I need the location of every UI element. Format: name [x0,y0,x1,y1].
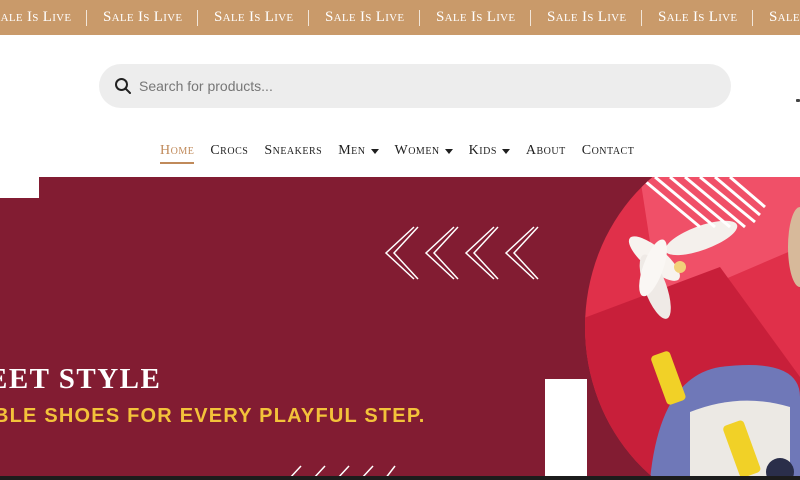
ticker-item: Sale Is Live [198,9,309,26]
ticker-text: Sale Is Live [436,9,516,25]
carousel-indicator-strip [0,476,800,480]
nav-item-label: Kids [468,143,497,158]
nav-item-about[interactable]: About [526,143,566,159]
nav-item-label: Men [338,143,366,158]
ticker-item: Sale Is Live [642,9,753,26]
nav-item-men[interactable]: Men [338,143,379,159]
ticker-item: Sale Is Live [309,9,420,26]
search-input[interactable] [139,64,709,108]
nav-item-label: Crocs [210,143,249,158]
hero-product-photo [585,177,800,480]
nav-item-crocs[interactable]: Crocs [210,143,248,159]
chevron-down-icon[interactable] [444,148,453,154]
main-nav: Home Crocs Sneakers Men Women Kids About Contac… [160,140,650,164]
nav-item-label: Home [160,143,195,158]
ticker-text: Sale Is Live [547,9,627,25]
ticker-text: Sale Is Live [103,9,183,25]
ticker-item: Sale Is Live [420,9,531,26]
ticker-text: Sale Is Live [0,9,72,25]
nav-item-sneakers[interactable]: Sneakers [264,143,322,159]
search-bar[interactable] [99,64,731,108]
ticker-text: Sale Is Live [214,9,294,25]
ticker-text: Sale Is Live [325,9,405,25]
nav-item-label: About [525,143,566,158]
nav-item-women[interactable]: Women [395,143,453,159]
decorative-bar [545,379,587,480]
hero-subtitle: BLE SHOES FOR EVERY PLAYFUL STEP. [0,405,426,427]
edge-icon-fragment [796,99,800,102]
hero-banner[interactable]: EET STYLE BLE SHOES FOR EVERY PLAYFUL ST… [0,177,800,480]
nav-item-contact[interactable]: Contact [582,143,635,159]
ticker-item: Sale Is Live [87,9,198,26]
chevron-down-icon[interactable] [370,148,379,154]
ticker-text: Sale Is Live [769,9,800,25]
ticker-item: Sale Is Live [753,9,800,26]
nav-item-home[interactable]: Home [160,143,195,164]
chevron-down-icon[interactable] [501,148,510,154]
nav-item-kids[interactable]: Kids [469,143,510,159]
ticker-item: Sale Is Live [0,9,87,26]
ticker-text: Sale Is Live [658,9,738,25]
search-icon[interactable] [114,77,132,95]
nav-item-label: Contact [581,143,635,158]
nav-item-label: Women [394,143,440,158]
ticker-item: Sale Is Live [531,9,642,26]
hero-title: EET STYLE [0,363,162,395]
ticker-track: Sale Is Live Sale Is Live Sale Is Live Sale… [0,0,800,35]
sale-ticker: Sale Is Live Sale Is Live Sale Is Live Sale… [0,0,800,35]
nav-item-label: Sneakers [264,143,323,158]
